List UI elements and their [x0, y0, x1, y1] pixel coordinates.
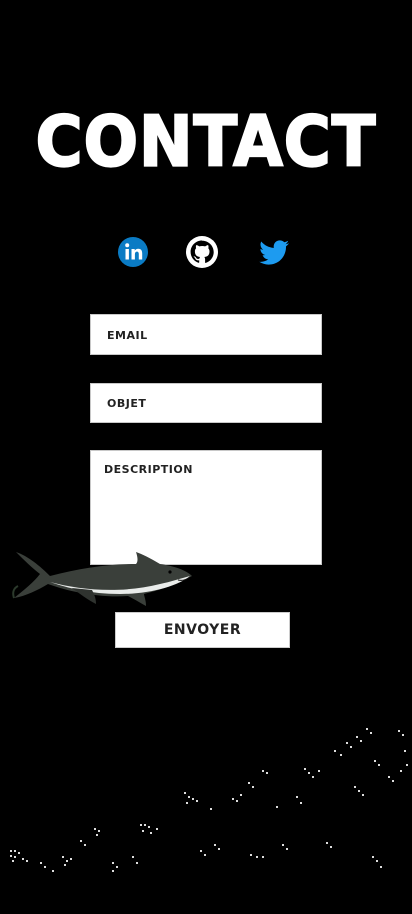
linkedin-link[interactable]	[115, 234, 151, 270]
email-field[interactable]: EMAIL	[90, 314, 322, 355]
shark-image	[12, 552, 192, 606]
github-icon	[186, 236, 218, 268]
city-lights-image	[10, 728, 408, 872]
github-link[interactable]	[184, 234, 220, 270]
linkedin-icon	[118, 237, 148, 267]
twitter-link[interactable]	[256, 234, 292, 270]
submit-button[interactable]: ENVOYER	[115, 612, 290, 648]
objet-field[interactable]: OBJET	[90, 383, 322, 423]
description-label: DESCRIPTION	[104, 463, 193, 476]
page-title: CONTACT	[35, 102, 377, 184]
objet-label: OBJET	[107, 397, 147, 410]
social-links	[0, 234, 412, 274]
email-label: EMAIL	[107, 329, 148, 342]
twitter-icon	[259, 240, 289, 265]
